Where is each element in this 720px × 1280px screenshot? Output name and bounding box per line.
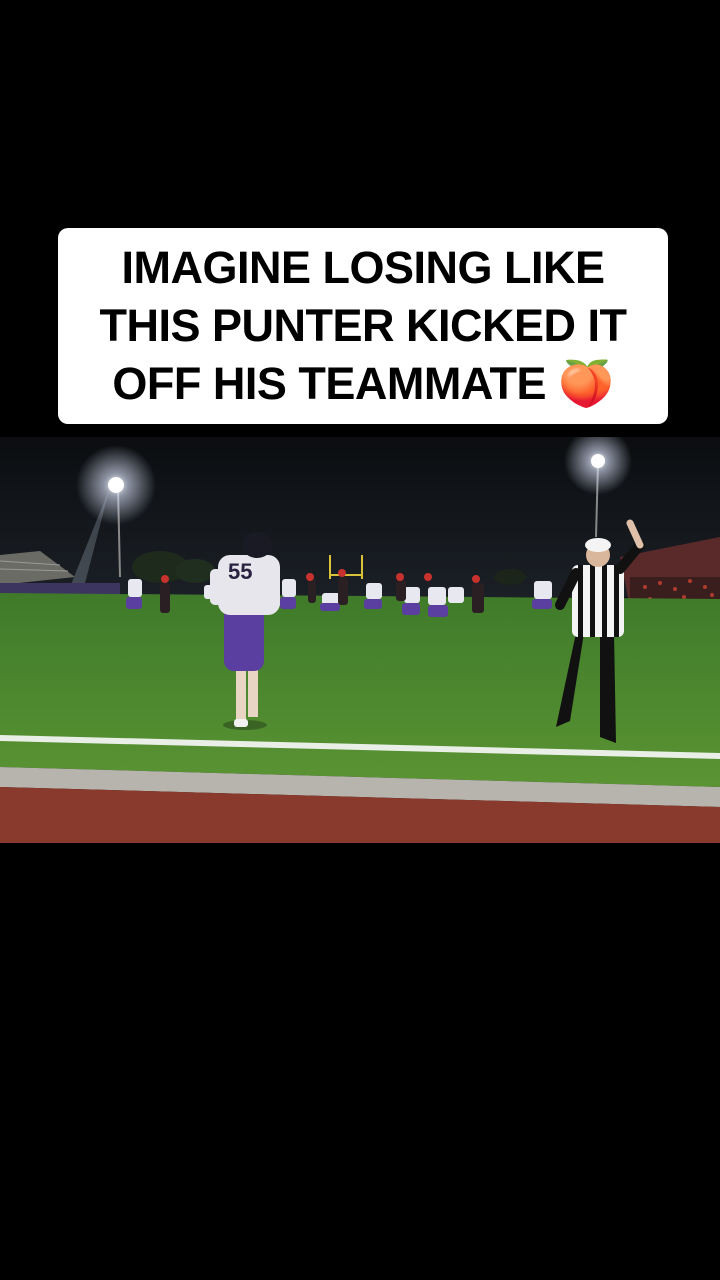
caption-text: IMAGINE LOSING LIKE THIS PUNTER KICKED I… (99, 242, 627, 409)
tiktok-video-screen: IMAGINE LOSING LIKE THIS PUNTER KICKED I… (0, 0, 720, 1280)
caption-overlay: IMAGINE LOSING LIKE THIS PUNTER KICKED I… (58, 228, 668, 424)
football-field-scene: 55 (0, 437, 720, 843)
jersey-number: 55 (228, 559, 252, 584)
video-frame[interactable]: 55 (0, 437, 720, 843)
